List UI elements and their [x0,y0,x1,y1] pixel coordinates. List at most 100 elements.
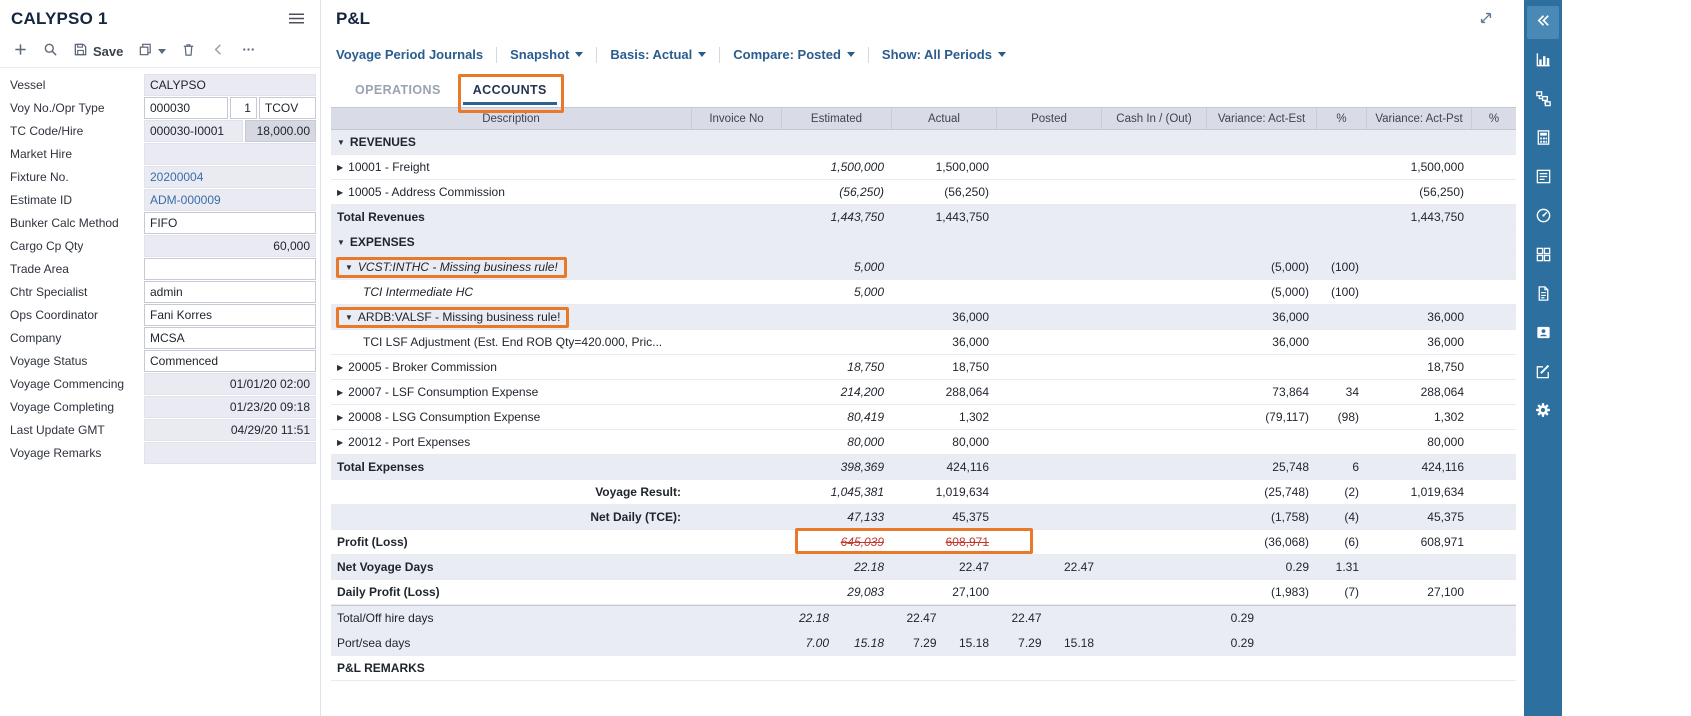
collapse-arrow-icon[interactable]: ▼ [345,263,353,272]
description-label: ARDB:VALSF - Missing business rule! [358,310,561,324]
table-header: DescriptionInvoice NoEstimatedActualPost… [331,107,1516,130]
column-header-actual[interactable]: Actual [891,108,996,129]
field-value-estimate-id[interactable]: ADM-000009 [144,189,316,211]
toolbar-link-compare-posted[interactable]: Compare: Posted [733,47,855,62]
field-value-company[interactable]: MCSA [144,327,316,349]
table-row[interactable]: ▶20008 - LSG Consumption Expense80,4191,… [331,405,1516,430]
sidebar-item-gauge[interactable] [1527,201,1559,234]
table-row[interactable]: Net Daily (TCE):47,13345,375(1,758)(4)45… [331,505,1516,530]
field-value-fixture-no[interactable]: 20200004 [144,166,316,188]
field-value-voy-no-opr-type-3[interactable]: TCOV [259,97,316,119]
copy-button[interactable] [138,42,166,62]
column-header-cash-in-out[interactable]: Cash In / (Out) [1101,108,1206,129]
table-row[interactable]: ▼VCST:INTHC - Missing business rule!5,00… [331,255,1516,280]
expand-arrow-icon[interactable]: ▶ [337,363,343,372]
table-row[interactable]: ▶10001 - Freight1,500,0001,500,0001,500,… [331,155,1516,180]
table-row[interactable]: ▶10005 - Address Commission(56,250)(56,2… [331,180,1516,205]
sidebar-item-gear[interactable] [1527,396,1559,429]
column-header-invoice-no[interactable]: Invoice No [691,108,781,129]
sidebar-item-badge[interactable] [1527,318,1559,351]
table-row[interactable]: Total/Off hire days22.1822.4722.470.29 [331,605,1516,631]
more-button[interactable] [241,42,256,62]
column-header-pct[interactable]: % [1471,108,1516,129]
field-value-trade-area[interactable] [144,258,316,280]
field-value-voyage-commencing[interactable]: 01/01/20 02:00 [144,373,316,395]
collapse-arrow-icon[interactable]: ▼ [345,313,353,322]
column-header-description[interactable]: Description [331,108,691,129]
table-row[interactable]: ▶20007 - LSF Consumption Expense214,2002… [331,380,1516,405]
field-value-bunker-calc-method[interactable]: FIFO [144,212,316,234]
add-button[interactable] [13,42,28,62]
field-value-tc-code-hire-2[interactable]: 18,000.00 [245,120,316,142]
table-row[interactable]: Total Expenses398,369424,11625,7486424,1… [331,455,1516,480]
pop-out-icon[interactable] [1478,10,1494,31]
field-value-voyage-remarks[interactable] [144,442,316,464]
table-row[interactable]: Daily Profit (Loss)29,08327,100(1,983)(7… [331,580,1516,605]
sidebar-item-grid[interactable] [1527,240,1559,273]
field-value-last-update-gmt[interactable]: 04/29/20 11:51 [144,419,316,441]
badge-icon [1535,324,1552,346]
toolbar-link-snapshot[interactable]: Snapshot [510,47,583,62]
table-row[interactable]: Profit (Loss)645,039608,971(36,068)(6)60… [331,530,1516,555]
table-row[interactable]: ▶20005 - Broker Commission18,75018,75018… [331,355,1516,380]
sidebar-item-calculator[interactable] [1527,123,1559,156]
field-value-voy-no-opr-type[interactable]: 000030 [144,97,228,119]
cell-actual: 18,750 [891,355,996,379]
delete-button[interactable] [181,42,196,62]
expand-arrow-icon[interactable]: ▶ [337,438,343,447]
collapse-arrow-icon[interactable]: ▼ [337,138,345,147]
sidebar-item-edit[interactable] [1527,357,1559,390]
cell-value: 608,971 [946,535,989,549]
column-header-estimated[interactable]: Estimated [781,108,891,129]
field-value-voyage-status[interactable]: Commenced [144,350,316,372]
field-label-chtr-specialist: Chtr Specialist [10,281,144,303]
save-button[interactable]: Save [73,42,123,62]
field-row-company: CompanyMCSA [10,327,316,349]
search-button[interactable] [43,42,58,62]
sidebar-item-hierarchy[interactable] [1527,84,1559,117]
expand-arrow-icon[interactable]: ▶ [337,388,343,397]
field-value-ops-coordinator[interactable]: Fani Korres [144,304,316,326]
cell-estimated: 5,000 [781,255,891,279]
expand-arrow-icon[interactable]: ▶ [337,413,343,422]
sidebar-item-chart[interactable] [1527,45,1559,78]
cell-variance-act-est: (1,758) [1206,505,1316,529]
table-row[interactable]: Voyage Result:1,045,3811,019,634(25,748)… [331,480,1516,505]
table-row[interactable]: ▼REVENUES [331,130,1516,155]
table-row[interactable]: P&L REMARKS [331,656,1516,681]
collapse-arrow-icon[interactable]: ▼ [337,238,345,247]
table-row[interactable]: TCI LSF Adjustment (Est. End ROB Qty=420… [331,330,1516,355]
table-row[interactable]: Total Revenues1,443,7501,443,7501,443,75… [331,205,1516,230]
sidebar-item-document[interactable] [1527,279,1559,312]
toolbar-link-basis-actual[interactable]: Basis: Actual [610,47,706,62]
sidebar-item-collapse[interactable] [1527,6,1559,39]
column-header-variance-act-pst[interactable]: Variance: Act-Pst [1366,108,1471,129]
hamburger-menu-icon[interactable] [287,11,306,31]
field-value-vessel[interactable]: CALYPSO [144,74,316,96]
toolbar-link-voyage-period-journals[interactable]: Voyage Period Journals [336,47,483,62]
sidebar-item-form[interactable] [1527,162,1559,195]
cell-actual [891,280,996,304]
field-value-market-hire[interactable] [144,143,316,165]
table-row[interactable]: ▼ARDB:VALSF - Missing business rule!36,0… [331,305,1516,330]
tab-operations[interactable]: OPERATIONS [345,77,451,105]
field-value-cargo-cp-qty[interactable]: 60,000 [144,235,316,257]
expand-arrow-icon[interactable]: ▶ [337,163,343,172]
table-row[interactable]: ▶20012 - Port Expenses80,00080,00080,000 [331,430,1516,455]
tab-accounts[interactable]: ACCOUNTS [463,77,557,105]
field-value-tc-code-hire[interactable]: 000030-I0001 [144,120,243,142]
table-row[interactable]: Net Voyage Days22.1822.4722.470.291.31 [331,555,1516,580]
table-row[interactable]: Port/sea days7.0015.187.2915.187.2915.18… [331,631,1516,656]
table-row[interactable]: TCI Intermediate HC5,000(5,000)(100) [331,280,1516,305]
column-header-pct[interactable]: % [1316,108,1366,129]
toolbar-link-show-all-periods[interactable]: Show: All Periods [882,47,1006,62]
field-value-chtr-specialist[interactable]: admin [144,281,316,303]
field-value-voy-no-opr-type-2[interactable]: 1 [230,97,257,119]
field-value-voyage-completing[interactable]: 01/23/20 09:18 [144,396,316,418]
back-button[interactable] [211,42,226,62]
table-row[interactable]: ▼EXPENSES [331,230,1516,255]
column-header-posted[interactable]: Posted [996,108,1101,129]
column-header-variance-act-est[interactable]: Variance: Act-Est [1206,108,1316,129]
expand-arrow-icon[interactable]: ▶ [337,188,343,197]
field-values-ops-coordinator: Fani Korres [144,304,316,326]
